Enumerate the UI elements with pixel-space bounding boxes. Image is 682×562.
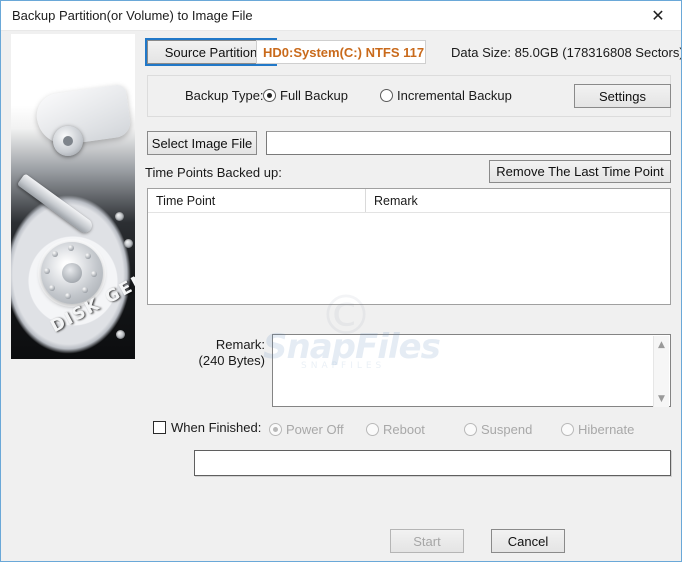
case-screw bbox=[124, 239, 133, 248]
dialog-body: DISK GENIUS Source Partition HD0:System(… bbox=[1, 31, 681, 561]
when-finished-row: When Finished: Power Off Reboot Suspend … bbox=[143, 420, 675, 440]
time-points-list-body[interactable] bbox=[148, 213, 670, 305]
disk-illustration: DISK GENIUS bbox=[11, 34, 135, 359]
close-button[interactable]: ✕ bbox=[635, 1, 681, 30]
title-bar: Backup Partition(or Volume) to Image Fil… bbox=[1, 1, 681, 31]
radio-power-off[interactable]: Power Off bbox=[269, 422, 344, 437]
case-screw bbox=[115, 212, 124, 221]
partition-value-box[interactable]: HD0:System(C:) NTFS 117.9G bbox=[256, 40, 426, 64]
radio-full-backup-label: Full Backup bbox=[280, 88, 348, 103]
remark-label-line2: (240 Bytes) bbox=[198, 353, 265, 368]
data-size-label: Data Size: 85.0GB (178316808 Sectors). bbox=[451, 45, 682, 60]
cancel-button[interactable]: Cancel bbox=[491, 529, 565, 553]
close-icon: ✕ bbox=[651, 5, 665, 25]
actuator-hub bbox=[53, 126, 83, 156]
radio-power-off-indicator bbox=[269, 423, 282, 436]
time-points-list-header: Time Point Remark bbox=[148, 189, 670, 213]
radio-power-off-label: Power Off bbox=[286, 422, 344, 437]
select-image-file-button[interactable]: Select Image File bbox=[147, 131, 257, 155]
bottom-text-input[interactable] bbox=[194, 450, 671, 476]
radio-reboot-label: Reboot bbox=[383, 422, 425, 437]
hard-disk-image: DISK GENIUS bbox=[11, 34, 135, 359]
backup-type-label: Backup Type: bbox=[185, 88, 264, 103]
time-points-list[interactable]: Time Point Remark bbox=[147, 188, 671, 305]
case-screw bbox=[116, 330, 125, 339]
settings-button[interactable]: Settings bbox=[574, 84, 671, 108]
content-panel: Source Partition HD0:System(C:) NTFS 117… bbox=[143, 31, 681, 561]
when-finished-checkbox[interactable]: When Finished: bbox=[153, 420, 261, 435]
radio-full-backup-indicator bbox=[263, 89, 276, 102]
actuator-magnet bbox=[33, 83, 133, 149]
radio-reboot-indicator bbox=[366, 423, 379, 436]
radio-suspend-label: Suspend bbox=[481, 422, 533, 437]
when-finished-label: When Finished: bbox=[171, 420, 262, 435]
column-header-remark[interactable]: Remark bbox=[366, 189, 670, 212]
backup-dialog-window: Backup Partition(or Volume) to Image Fil… bbox=[0, 0, 682, 562]
image-file-input[interactable] bbox=[266, 131, 671, 155]
actuator-arm bbox=[16, 173, 95, 236]
radio-incremental-backup-indicator bbox=[380, 89, 393, 102]
radio-suspend[interactable]: Suspend bbox=[464, 422, 532, 437]
time-points-label: Time Points Backed up: bbox=[145, 165, 282, 180]
start-button[interactable]: Start bbox=[390, 529, 464, 553]
remark-label-line1: Remark: bbox=[215, 337, 265, 352]
when-finished-checkbox-box bbox=[153, 421, 166, 434]
chevron-down-icon[interactable]: ▼ bbox=[654, 390, 670, 407]
remark-scrollbar[interactable]: ▲ ▼ bbox=[653, 336, 669, 407]
radio-hibernate[interactable]: Hibernate bbox=[561, 422, 634, 437]
remark-textarea[interactable]: ▲ ▼ bbox=[272, 334, 671, 407]
radio-hibernate-indicator bbox=[561, 423, 574, 436]
radio-suspend-indicator bbox=[464, 423, 477, 436]
radio-incremental-backup[interactable]: Incremental Backup bbox=[380, 88, 512, 103]
chevron-up-icon[interactable]: ▲ bbox=[654, 336, 670, 353]
remove-last-time-point-button[interactable]: Remove The Last Time Point bbox=[489, 160, 671, 183]
radio-full-backup[interactable]: Full Backup bbox=[263, 88, 348, 103]
remark-label: Remark: (240 Bytes) bbox=[171, 337, 265, 369]
partition-value-text: HD0:System(C:) NTFS 117.9G bbox=[263, 44, 425, 60]
window-title: Backup Partition(or Volume) to Image Fil… bbox=[12, 8, 253, 23]
column-header-time-point[interactable]: Time Point bbox=[148, 189, 366, 212]
radio-reboot[interactable]: Reboot bbox=[366, 422, 425, 437]
radio-incremental-backup-label: Incremental Backup bbox=[397, 88, 512, 103]
radio-hibernate-label: Hibernate bbox=[578, 422, 635, 437]
